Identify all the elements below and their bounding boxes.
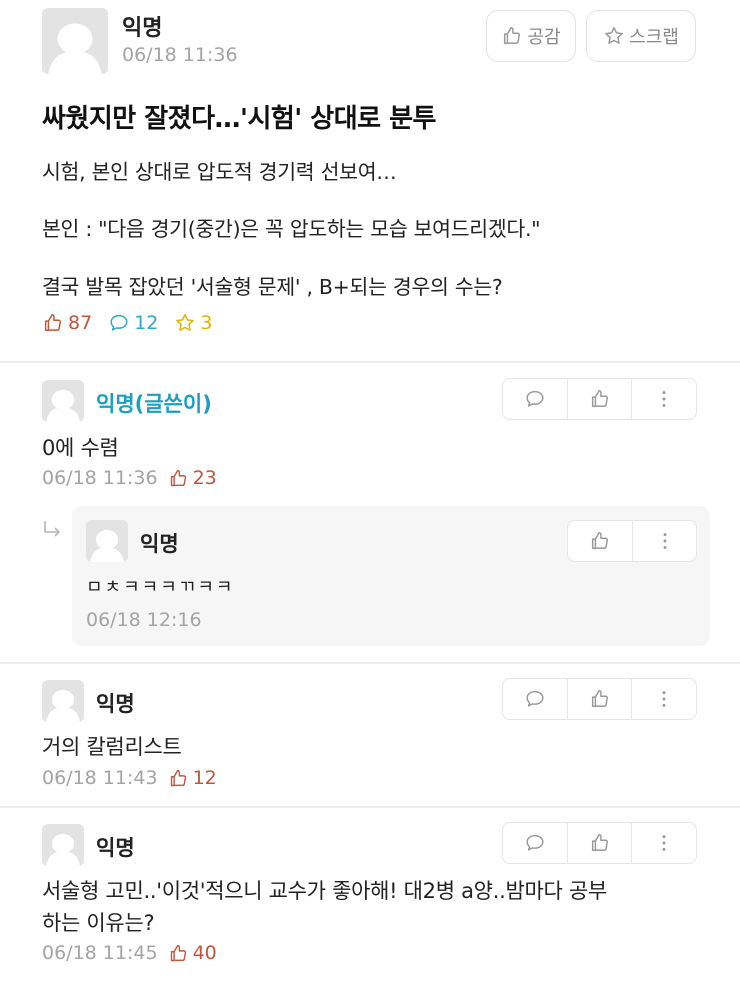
comment-actions [502, 378, 697, 420]
like-button-label: 공감 [527, 27, 561, 48]
more-button[interactable] [631, 823, 695, 863]
comment-meta: 06/18 12:16 [86, 609, 202, 631]
comment-actions [502, 678, 697, 720]
more-vertical-icon [653, 688, 675, 710]
thumbs-up-icon [42, 312, 64, 334]
vote-button[interactable] [567, 823, 631, 863]
scrap-count: 3 [174, 312, 212, 334]
comment-author: 익명 [96, 836, 135, 860]
comment-actions [502, 822, 697, 864]
star-icon [603, 25, 625, 47]
speech-bubble-icon [524, 688, 546, 710]
reply-button[interactable] [503, 679, 567, 719]
comment-count-value: 12 [134, 312, 159, 334]
post-body-line: 시험, 본인 상대로 압도적 경기력 선보여… [42, 160, 397, 184]
like-count-value: 87 [68, 312, 93, 334]
reply-arrow-icon [40, 518, 64, 542]
comment-text: 0에 수렴 [42, 436, 119, 460]
comment-votes: 12 [168, 767, 217, 789]
thumbs-up-icon [168, 943, 189, 964]
thumbs-up-icon [589, 388, 611, 410]
more-vertical-icon [654, 530, 676, 552]
thumbs-up-icon [501, 25, 523, 47]
comment-author: 익명 [96, 692, 135, 716]
comment-votes-value: 23 [192, 467, 217, 489]
comment-count: 12 [108, 312, 158, 334]
more-vertical-icon [653, 832, 675, 854]
comment-time: 06/18 11:36 [42, 467, 158, 489]
post-body-line: 결국 발목 잡았던 '서술형 문제' , B+되는 경우의 수는? [42, 275, 503, 299]
comment-votes: 40 [168, 942, 217, 964]
post-time: 06/18 11:36 [122, 44, 238, 66]
avatar-icon [86, 520, 128, 562]
like-button[interactable]: 공감 [486, 10, 576, 62]
comment-author: 익명 [140, 532, 179, 556]
more-button[interactable] [632, 521, 696, 561]
comment-votes-value: 40 [192, 942, 217, 964]
thumbs-up-icon [589, 530, 611, 552]
comment-actions [567, 520, 697, 562]
comment-text: ㅁㅊㅋㅋㅋㄲㅋㅋ [86, 577, 235, 598]
reply-button[interactable] [503, 823, 567, 863]
comment-meta: 06/18 11:45 40 [42, 942, 217, 964]
thumbs-up-icon [168, 468, 189, 489]
more-button[interactable] [631, 679, 695, 719]
divider [0, 806, 740, 808]
scrap-button-label: 스크랩 [629, 27, 679, 48]
comment-text: 서술형 고민..'이것'적으니 교수가 좋아해! 대2병 a양..밤마다 공부 [42, 879, 607, 903]
vote-button[interactable] [568, 521, 632, 561]
comment-time: 06/18 11:45 [42, 942, 158, 964]
comment-time: 06/18 11:43 [42, 767, 158, 789]
comment-text: 하는 이유는? [42, 911, 155, 935]
like-count: 87 [42, 312, 92, 334]
thumbs-up-icon [168, 768, 189, 789]
speech-bubble-icon [524, 388, 546, 410]
scrap-button[interactable]: 스크랩 [586, 10, 696, 62]
more-button[interactable] [631, 379, 695, 419]
divider [0, 361, 740, 363]
thumbs-up-icon [589, 832, 611, 854]
comment-meta: 06/18 11:36 23 [42, 467, 217, 489]
comment-time: 06/18 12:16 [86, 609, 202, 631]
avatar-icon [42, 8, 108, 74]
post-title: 싸웠지만 잘졌다…'시험' 상대로 분투 [42, 104, 436, 134]
speech-bubble-icon [108, 312, 130, 334]
comment-meta: 06/18 11:43 12 [42, 767, 217, 789]
vote-button[interactable] [567, 679, 631, 719]
more-vertical-icon [653, 388, 675, 410]
comment-text: 거의 칼럼리스트 [42, 735, 182, 759]
vote-button[interactable] [567, 379, 631, 419]
comment-author: 익명(글쓴이) [96, 392, 212, 416]
divider [0, 662, 740, 664]
avatar-icon [42, 680, 84, 722]
reply-button[interactable] [503, 379, 567, 419]
comment-votes-value: 12 [192, 767, 217, 789]
speech-bubble-icon [524, 832, 546, 854]
comment-votes: 23 [168, 467, 217, 489]
post-stats: 87 12 3 [42, 312, 228, 334]
scrap-count-value: 3 [200, 312, 213, 334]
thumbs-up-icon [589, 688, 611, 710]
star-icon [174, 312, 196, 334]
post-author: 익명 [122, 16, 163, 41]
avatar-icon [42, 824, 84, 866]
avatar-icon [42, 380, 84, 422]
post-body-line: 본인 : "다음 경기(중간)은 꼭 압도하는 모습 보여드리겠다." [42, 217, 541, 241]
